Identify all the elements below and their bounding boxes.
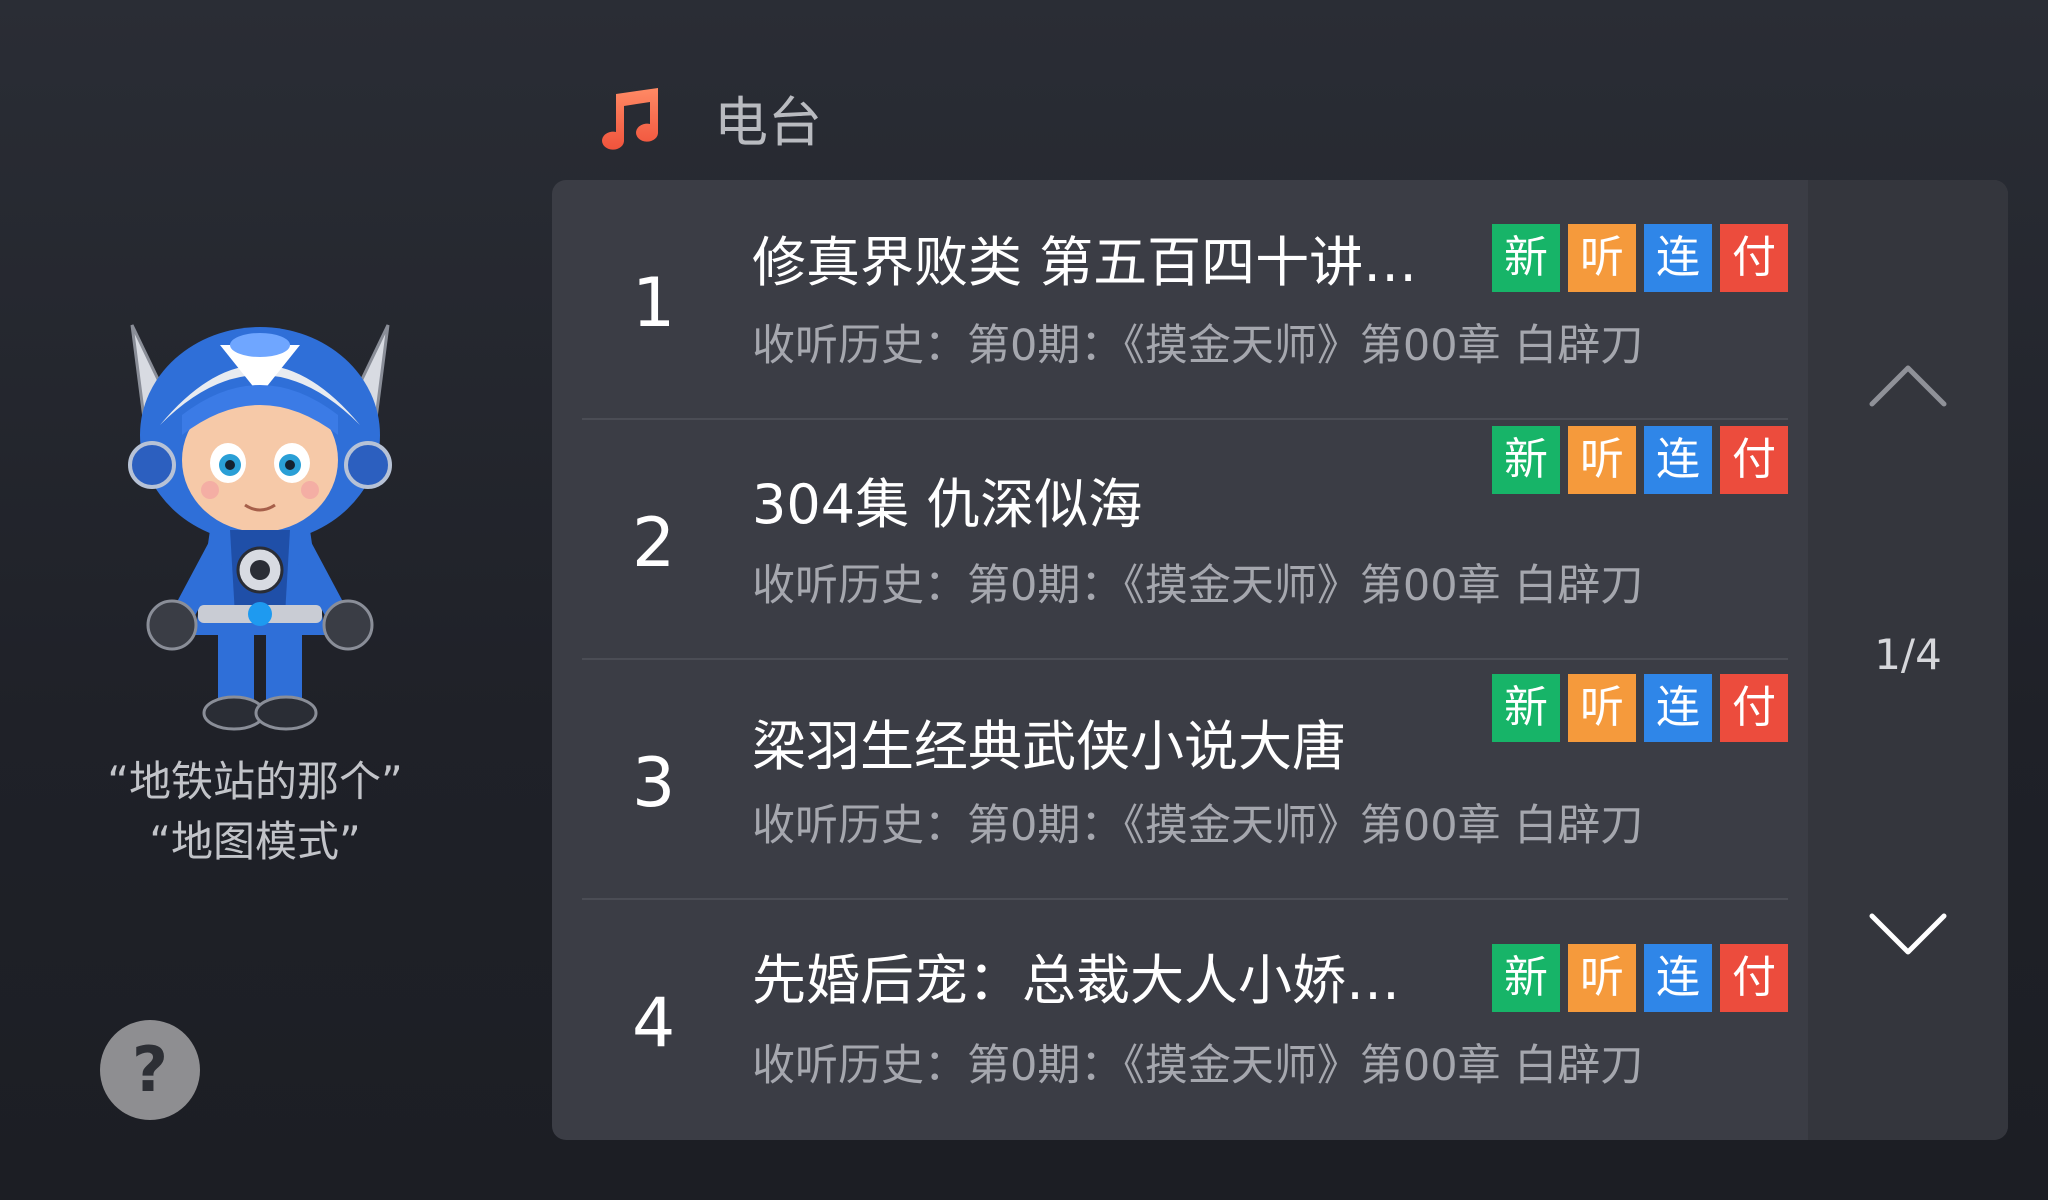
list-item[interactable]: 2 304集 仇深似海 收听历史：第0期：《摸金天师》第00章 白辟刀 新 听 …: [552, 420, 1808, 660]
item-badges: 新 听 连 付: [1492, 674, 1788, 742]
chevron-down-icon[interactable]: [1868, 910, 1948, 960]
badge-new: 新: [1492, 674, 1560, 742]
item-index: 4: [632, 984, 676, 1063]
item-badges: 新 听 连 付: [1492, 224, 1788, 292]
assistant-mascot: [128, 324, 392, 731]
badge-series: 连: [1644, 674, 1712, 742]
badge-paid: 付: [1720, 224, 1788, 292]
item-title: 304集 仇深似海: [752, 473, 1143, 536]
badge-paid: 付: [1720, 674, 1788, 742]
item-history: 收听历史：第0期：《摸金天师》第00章 白辟刀: [752, 1041, 1644, 1091]
badge-series: 连: [1644, 944, 1712, 1012]
assistant-hint-line: “地铁站的那个”: [107, 757, 403, 806]
item-title: 先婚后宠：总裁大人小娇…: [752, 949, 1400, 1012]
pager-sidebar: 1/4: [1808, 180, 2008, 1140]
badge-listen: 听: [1568, 944, 1636, 1012]
chevron-up-icon[interactable]: [1868, 360, 1948, 410]
item-history: 收听历史：第0期：《摸金天师》第00章 白辟刀: [752, 321, 1644, 371]
page-title: 电台: [714, 91, 822, 154]
item-index: 1: [632, 264, 676, 343]
help-button[interactable]: ?: [100, 1020, 200, 1120]
radio-list-panel: 1 修真界败类 第五百四十讲… 收听历史：第0期：《摸金天师》第00章 白辟刀 …: [552, 180, 2008, 1140]
item-title: 修真界败类 第五百四十讲…: [752, 231, 1418, 294]
badge-paid: 付: [1720, 426, 1788, 494]
item-badges: 新 听 连 付: [1492, 426, 1788, 494]
item-index: 3: [632, 744, 676, 823]
list-item[interactable]: 4 先婚后宠：总裁大人小娇… 收听历史：第0期：《摸金天师》第00章 白辟刀 新…: [552, 900, 1808, 1140]
badge-new: 新: [1492, 944, 1560, 1012]
list-item[interactable]: 3 梁羽生经典武侠小说大唐 收听历史：第0期：《摸金天师》第00章 白辟刀 新 …: [552, 660, 1808, 900]
item-index: 2: [632, 504, 676, 583]
assistant-hint-line: “地图模式”: [149, 817, 361, 866]
item-title: 梁羽生经典武侠小说大唐: [752, 715, 1346, 778]
badge-listen: 听: [1568, 426, 1636, 494]
radio-list: 1 修真界败类 第五百四十讲… 收听历史：第0期：《摸金天师》第00章 白辟刀 …: [552, 180, 1808, 1140]
music-note-icon: [602, 88, 659, 150]
badge-listen: 听: [1568, 224, 1636, 292]
item-history: 收听历史：第0期：《摸金天师》第00章 白辟刀: [752, 801, 1644, 851]
badge-paid: 付: [1720, 944, 1788, 1012]
badge-new: 新: [1492, 224, 1560, 292]
badge-listen: 听: [1568, 674, 1636, 742]
item-history: 收听历史：第0期：《摸金天师》第00章 白辟刀: [752, 561, 1644, 611]
badge-series: 连: [1644, 426, 1712, 494]
item-badges: 新 听 连 付: [1492, 944, 1788, 1012]
page-indicator: 1/4: [1874, 630, 1942, 679]
badge-series: 连: [1644, 224, 1712, 292]
badge-new: 新: [1492, 426, 1560, 494]
list-item[interactable]: 1 修真界败类 第五百四十讲… 收听历史：第0期：《摸金天师》第00章 白辟刀 …: [552, 180, 1808, 420]
